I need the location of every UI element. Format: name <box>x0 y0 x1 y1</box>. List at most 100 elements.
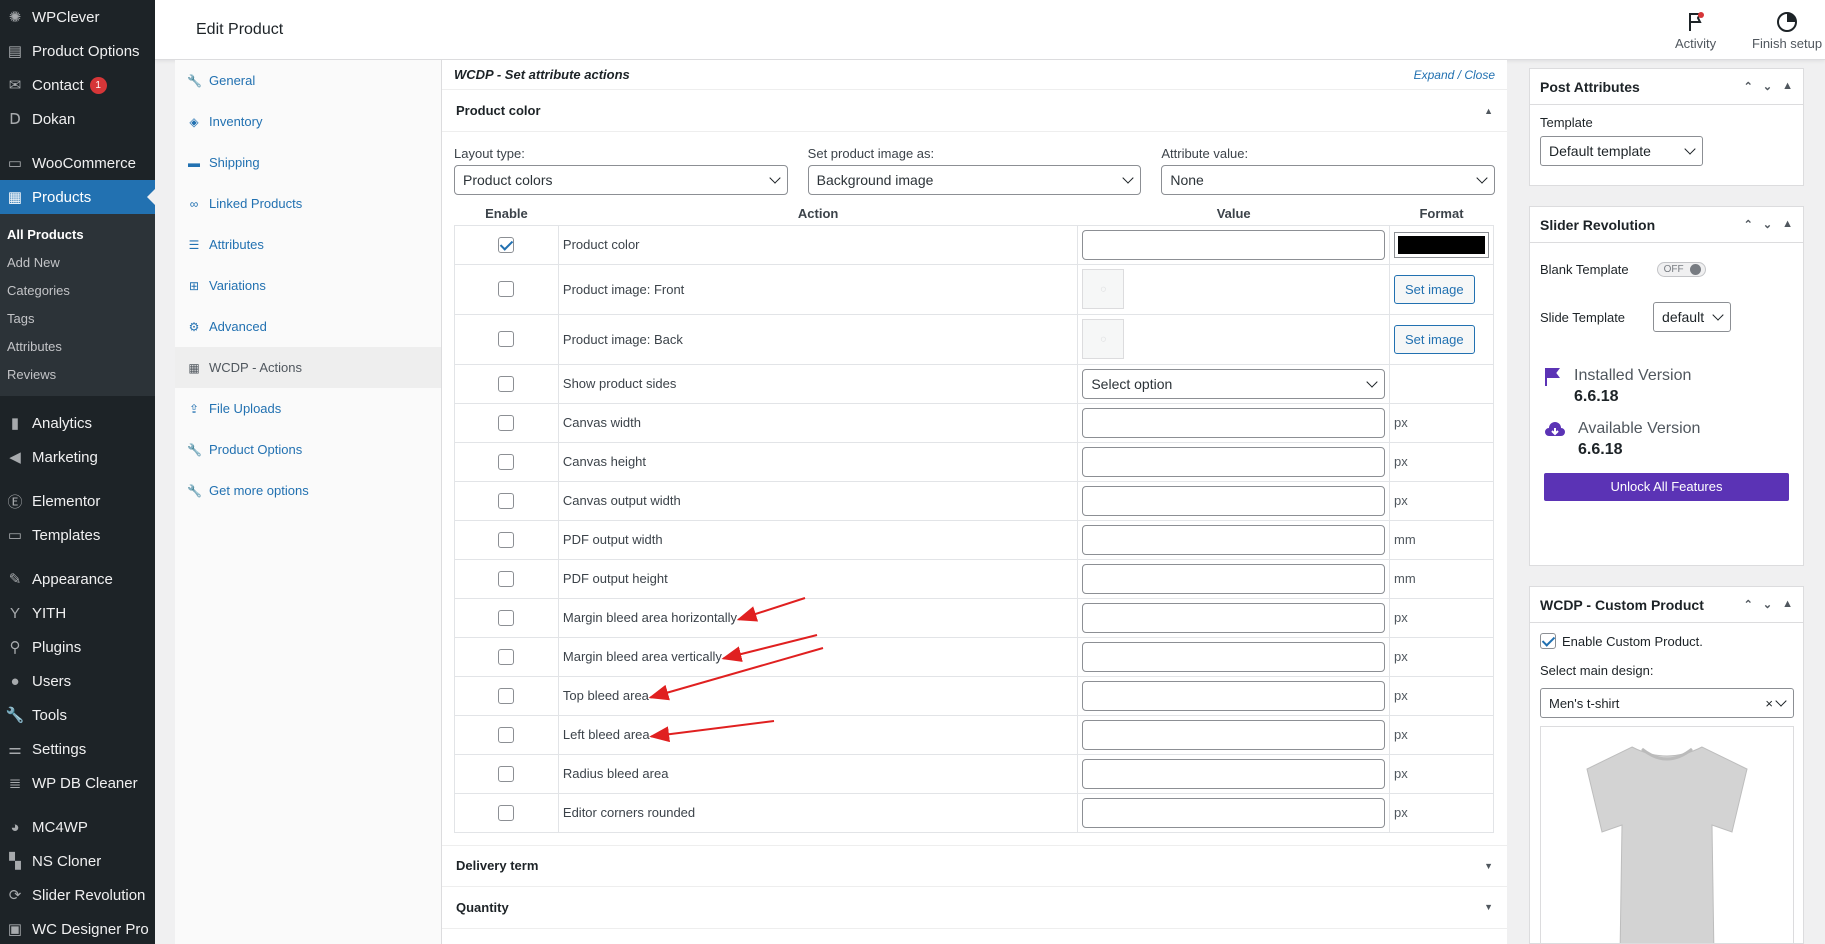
move-up-icon[interactable]: ⌃ <box>1744 80 1753 93</box>
enable-checkbox[interactable] <box>498 570 515 587</box>
submenu-item-reviews[interactable]: Reviews <box>0 361 155 389</box>
move-up-icon[interactable]: ⌃ <box>1744 598 1753 611</box>
toggle-panel-icon[interactable]: ▲ <box>1782 598 1793 611</box>
value-input[interactable] <box>1082 719 1386 750</box>
tab-inventory[interactable]: ◈ Inventory <box>175 101 441 142</box>
sidebar-item-marketing[interactable]: ◀ Marketing <box>0 440 155 474</box>
sidebar-item-woocommerce[interactable]: ▭ WooCommerce <box>0 146 155 180</box>
sidebar-item-contact[interactable]: ✉ Contact 1 <box>0 68 155 102</box>
product-color-panel-header[interactable]: Product color ▲ <box>442 90 1507 132</box>
sidebar-item-appearance[interactable]: ✎ Appearance <box>0 562 155 596</box>
unlock-all-features-button[interactable]: Unlock All Features <box>1544 473 1789 501</box>
blank-template-toggle[interactable]: OFF <box>1656 261 1706 277</box>
image-placeholder-icon[interactable]: ◌ <box>1082 269 1125 309</box>
sidebar-item-wc-designer-pro[interactable]: ▣ WC Designer Pro <box>0 912 155 944</box>
tab-get-more-options[interactable]: 🔧 Get more options <box>175 470 441 511</box>
enable-checkbox[interactable] <box>498 236 515 253</box>
sidebar-item-dokan[interactable]: Ⅾ Dokan <box>0 102 155 136</box>
tab-linked-products[interactable]: ∞ Linked Products <box>175 183 441 224</box>
value-input[interactable] <box>1082 446 1386 477</box>
sidebar-item-wp-db-cleaner[interactable]: ≣ WP DB Cleaner <box>0 766 155 800</box>
value-input[interactable] <box>1082 680 1386 711</box>
sidebar-item-plugins[interactable]: ⚲ Plugins <box>0 630 155 664</box>
sidebar-item-analytics[interactable]: ▮ Analytics <box>0 406 155 440</box>
value-input[interactable] <box>1082 563 1386 594</box>
expand-arrow-icon[interactable]: ▼ <box>1484 902 1493 912</box>
sidebar-item-settings[interactable]: ⚌ Settings <box>0 732 155 766</box>
sidebar-item-product-options[interactable]: ▤ Product Options <box>0 34 155 68</box>
move-up-icon[interactable]: ⌃ <box>1744 218 1753 231</box>
value-input[interactable] <box>1082 229 1386 260</box>
tab-general[interactable]: 🔧 General <box>175 60 441 101</box>
enable-checkbox[interactable] <box>498 281 515 298</box>
image-placeholder-icon[interactable]: ◌ <box>1082 319 1125 359</box>
value-input[interactable] <box>1082 758 1386 789</box>
enable-checkbox[interactable] <box>498 414 515 431</box>
tab-attributes[interactable]: ☰ Attributes <box>175 224 441 265</box>
sidebar-item-yith[interactable]: Y YITH <box>0 596 155 630</box>
toggle-panel-icon[interactable]: ▲ <box>1782 218 1793 231</box>
enable-checkbox[interactable] <box>498 531 515 548</box>
sidebar-item-ns-cloner[interactable]: ▚ NS Cloner <box>0 844 155 878</box>
submenu-item-tags[interactable]: Tags <box>0 305 155 333</box>
collapse-arrow-icon[interactable]: ▲ <box>1484 106 1493 116</box>
enable-checkbox[interactable] <box>498 687 515 704</box>
attribute-value-select[interactable]: None <box>1161 165 1496 195</box>
value-input[interactable] <box>1082 407 1386 438</box>
enable-checkbox[interactable] <box>498 331 515 348</box>
enable-checkbox[interactable] <box>498 726 515 743</box>
tab-advanced[interactable]: ⚙ Advanced <box>175 306 441 347</box>
submenu-item-categories[interactable]: Categories <box>0 277 155 305</box>
clear-icon[interactable]: × <box>1765 696 1773 711</box>
value-select[interactable]: Select option <box>1082 368 1386 399</box>
enable-checkbox[interactable] <box>498 765 515 782</box>
delivery-term-panel-header[interactable]: Delivery term ▼ <box>442 844 1507 887</box>
main-design-select[interactable]: Men's t-shirt × <box>1540 688 1794 718</box>
submenu-item-all-products[interactable]: All Products <box>0 221 155 249</box>
enable-checkbox[interactable] <box>498 375 515 392</box>
enable-checkbox[interactable] <box>498 492 515 509</box>
sidebar-item-templates[interactable]: ▭ Templates <box>0 518 155 552</box>
move-down-icon[interactable]: ⌄ <box>1763 80 1772 93</box>
sidebar-item-wpclever[interactable]: ✺ WPClever <box>0 0 155 34</box>
sidebar-item-tools[interactable]: 🔧 Tools <box>0 698 155 732</box>
close-link[interactable]: Close <box>1464 68 1495 82</box>
move-down-icon[interactable]: ⌄ <box>1763 598 1772 611</box>
sidebar-item-users[interactable]: ● Users <box>0 664 155 698</box>
tab-product-options[interactable]: 🔧 Product Options <box>175 429 441 470</box>
activity-button[interactable]: Activity <box>1675 10 1716 51</box>
tab-wcdp-actions[interactable]: ▦ WCDP - Actions <box>175 347 441 388</box>
tab-shipping[interactable]: ▬ Shipping <box>175 142 441 183</box>
submenu-item-attributes[interactable]: Attributes <box>0 333 155 361</box>
sidebar-item-slider-revolution[interactable]: ⟳ Slider Revolution <box>0 878 155 912</box>
move-down-icon[interactable]: ⌄ <box>1763 218 1772 231</box>
enable-checkbox[interactable] <box>498 609 515 626</box>
quantity-panel-header[interactable]: Quantity ▼ <box>442 886 1507 929</box>
enable-checkbox[interactable] <box>498 453 515 470</box>
product-image-select[interactable]: Background image <box>807 165 1142 195</box>
expand-link[interactable]: Expand <box>1414 68 1455 82</box>
sidebar-item-products[interactable]: ▦ Products <box>0 180 155 214</box>
toggle-panel-icon[interactable]: ▲ <box>1782 80 1793 93</box>
value-input[interactable] <box>1082 602 1386 633</box>
enable-checkbox[interactable] <box>498 804 515 821</box>
color-swatch[interactable] <box>1394 231 1489 258</box>
sidebar-item-mc4wp[interactable]: ◕ MC4WP <box>0 810 155 844</box>
value-input[interactable] <box>1082 797 1386 828</box>
enable-custom-product-checkbox[interactable] <box>1540 633 1556 649</box>
finish-setup-button[interactable]: Finish setup <box>1752 10 1822 51</box>
template-select[interactable]: Default template <box>1540 136 1703 166</box>
set-image-button[interactable]: Set image <box>1394 274 1475 304</box>
enable-checkbox[interactable] <box>498 648 515 665</box>
expand-arrow-icon[interactable]: ▼ <box>1484 861 1493 871</box>
submenu-item-add-new[interactable]: Add New <box>0 249 155 277</box>
tab-variations[interactable]: ⊞ Variations <box>175 265 441 306</box>
value-input[interactable] <box>1082 485 1386 516</box>
sidebar-item-elementor[interactable]: Ⓔ Elementor <box>0 484 155 518</box>
slide-template-select[interactable]: default <box>1653 302 1732 332</box>
value-input[interactable] <box>1082 524 1386 555</box>
value-input[interactable] <box>1082 641 1386 672</box>
layout-type-select[interactable]: Product colors <box>454 165 788 195</box>
tab-file-uploads[interactable]: ⇪ File Uploads <box>175 388 441 429</box>
set-image-button[interactable]: Set image <box>1394 324 1475 354</box>
